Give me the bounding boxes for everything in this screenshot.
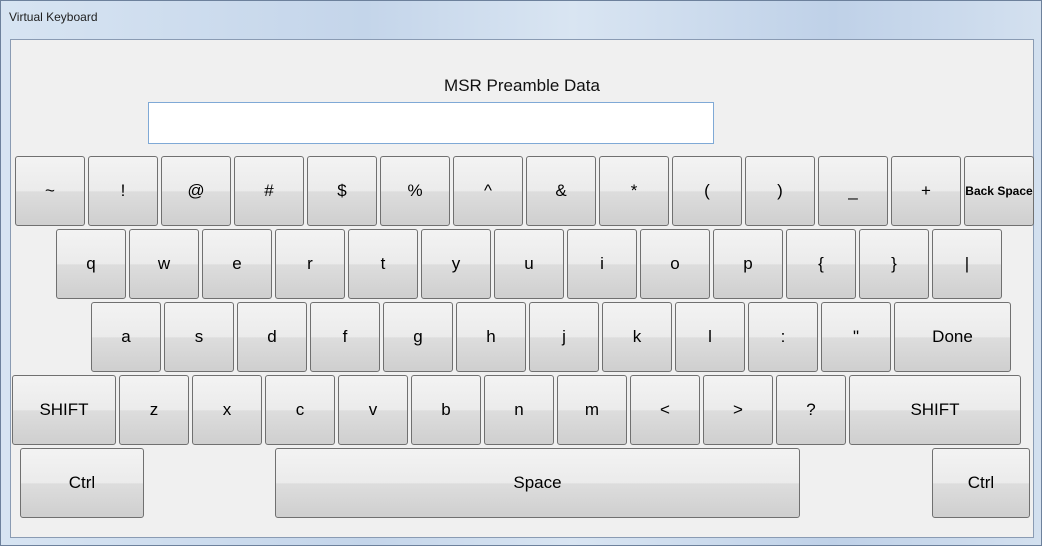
- key-g[interactable]: g: [383, 302, 453, 372]
- key-underscore[interactable]: _: [818, 156, 888, 226]
- key-d[interactable]: d: [237, 302, 307, 372]
- key-y[interactable]: y: [421, 229, 491, 299]
- msr-preamble-input[interactable]: [148, 102, 714, 144]
- key-n[interactable]: n: [484, 375, 554, 445]
- key-shift[interactable]: SHIFT: [849, 375, 1021, 445]
- key-e[interactable]: e: [202, 229, 272, 299]
- key-r[interactable]: r: [275, 229, 345, 299]
- key-shift[interactable]: SHIFT: [12, 375, 116, 445]
- key-i[interactable]: i: [567, 229, 637, 299]
- key-p[interactable]: p: [713, 229, 783, 299]
- key-hash[interactable]: #: [234, 156, 304, 226]
- key-dollar[interactable]: $: [307, 156, 377, 226]
- key-ctrl[interactable]: Ctrl: [20, 448, 144, 518]
- title-bar[interactable]: Virtual Keyboard: [1, 1, 1041, 39]
- key-ampersand[interactable]: &: [526, 156, 596, 226]
- key-v[interactable]: v: [338, 375, 408, 445]
- key-question[interactable]: ?: [776, 375, 846, 445]
- key-ctrl[interactable]: Ctrl: [932, 448, 1030, 518]
- key-h[interactable]: h: [456, 302, 526, 372]
- key-f[interactable]: f: [310, 302, 380, 372]
- key-a[interactable]: a: [91, 302, 161, 372]
- key-quote[interactable]: ": [821, 302, 891, 372]
- key-left-brace[interactable]: {: [786, 229, 856, 299]
- key-at[interactable]: @: [161, 156, 231, 226]
- key-m[interactable]: m: [557, 375, 627, 445]
- key-greater-than[interactable]: >: [703, 375, 773, 445]
- key-pipe[interactable]: |: [932, 229, 1002, 299]
- key-plus[interactable]: +: [891, 156, 961, 226]
- key-done[interactable]: Done: [894, 302, 1011, 372]
- key-x[interactable]: x: [192, 375, 262, 445]
- key-b[interactable]: b: [411, 375, 481, 445]
- key-z[interactable]: z: [119, 375, 189, 445]
- virtual-keyboard-window: Virtual Keyboard MSR Preamble Data ~! @ # $…: [0, 0, 1042, 546]
- key-back-space[interactable]: Back Space: [964, 156, 1034, 226]
- field-label: MSR Preamble Data: [444, 76, 600, 95]
- keyboard-panel: MSR Preamble Data ~! @ # $% ^ & *() _ + Back Spac…: [10, 39, 1034, 538]
- key-right-paren[interactable]: ): [745, 156, 815, 226]
- key-caret[interactable]: ^: [453, 156, 523, 226]
- key-s[interactable]: s: [164, 302, 234, 372]
- key-o[interactable]: o: [640, 229, 710, 299]
- window-title: Virtual Keyboard: [9, 10, 98, 24]
- key-left-paren[interactable]: (: [672, 156, 742, 226]
- key-w[interactable]: w: [129, 229, 199, 299]
- key-j[interactable]: j: [529, 302, 599, 372]
- key-right-brace[interactable]: }: [859, 229, 929, 299]
- key-less-than[interactable]: <: [630, 375, 700, 445]
- key-asterisk[interactable]: *: [599, 156, 669, 226]
- key-l[interactable]: l: [675, 302, 745, 372]
- key-percent[interactable]: %: [380, 156, 450, 226]
- key-q[interactable]: q: [56, 229, 126, 299]
- key-t[interactable]: t: [348, 229, 418, 299]
- key-exclamation[interactable]: !: [88, 156, 158, 226]
- key-c[interactable]: c: [265, 375, 335, 445]
- key-u[interactable]: u: [494, 229, 564, 299]
- key-colon[interactable]: :: [748, 302, 818, 372]
- key-k[interactable]: k: [602, 302, 672, 372]
- key-space[interactable]: Space: [275, 448, 800, 518]
- key-tilde[interactable]: ~: [15, 156, 85, 226]
